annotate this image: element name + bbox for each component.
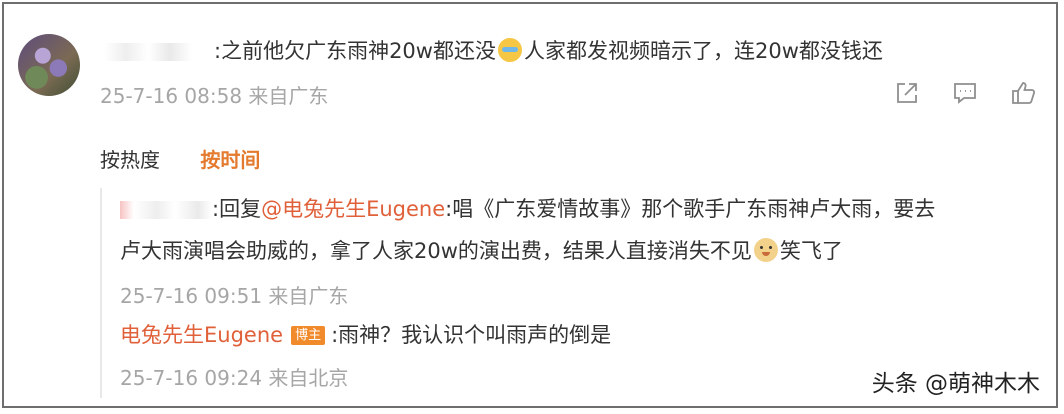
sort-tabs: 按热度 按时间 — [100, 144, 294, 173]
reply-1-line-2: 卢大雨演唱会助威的，拿了人家20w的演出费，结果人直接消失不见 笑飞了 — [120, 230, 843, 272]
mention-link[interactable]: @电兔先生Eugene — [261, 197, 445, 221]
comment-actions — [892, 78, 1042, 110]
reply-2-timestamp: 25-7-16 09:24 来自北京 — [120, 366, 349, 390]
reply-text: :唱《广东爱情故事》那个歌手广东雨神卢大雨，要去 — [445, 197, 936, 221]
reply-text: 卢大雨演唱会助威的，拿了人家20w的演出费，结果人直接消失不见 — [120, 239, 752, 263]
reply-text: :雨神？我认识个叫雨声的倒是 — [331, 323, 612, 347]
cry-laugh-emoji-icon — [497, 38, 522, 62]
reply-prefix: :回复 — [212, 197, 262, 221]
masked-username[interactable] — [120, 201, 212, 219]
comment-panel: :之前他欠广东雨神20w都还没 人家都发视频暗示了，连20w都没钱还 25-7-1… — [2, 2, 1058, 408]
comment-text-end: 人家都发视频暗示了，连20w都没钱还 — [523, 39, 883, 63]
like-icon[interactable] — [1008, 78, 1038, 108]
reply-text-end: 笑飞了 — [779, 239, 843, 263]
watermark: 头条 @萌神木木 — [871, 371, 1040, 397]
reply-1-timestamp: 25-7-16 09:51 来自广东 — [120, 284, 349, 308]
share-icon[interactable] — [892, 78, 922, 108]
avatar[interactable] — [18, 34, 80, 96]
reply-1-line-1: :回复@电兔先生Eugene:唱《广东爱情故事》那个歌手广东雨神卢大雨，要去 — [120, 188, 935, 230]
reply-2-line: 电兔先生Eugene 博主 :雨神？我认识个叫雨声的倒是 — [120, 314, 611, 356]
top-comment: :之前他欠广东雨神20w都还没 人家都发视频暗示了，连20w都没钱还 — [104, 34, 883, 68]
tab-sort-time[interactable]: 按时间 — [200, 148, 260, 172]
comment-text: :之前他欠广东雨神20w都还没 — [214, 39, 496, 63]
tab-sort-hot[interactable]: 按热度 — [100, 148, 160, 172]
comment-timestamp: 25-7-16 08:58 来自广东 — [100, 84, 329, 108]
author-badge: 博主 — [291, 326, 326, 345]
masked-username[interactable] — [104, 43, 214, 61]
doge-emoji-icon — [753, 238, 778, 262]
reply-username[interactable]: 电兔先生Eugene — [120, 323, 283, 347]
comment-icon[interactable] — [950, 78, 980, 108]
